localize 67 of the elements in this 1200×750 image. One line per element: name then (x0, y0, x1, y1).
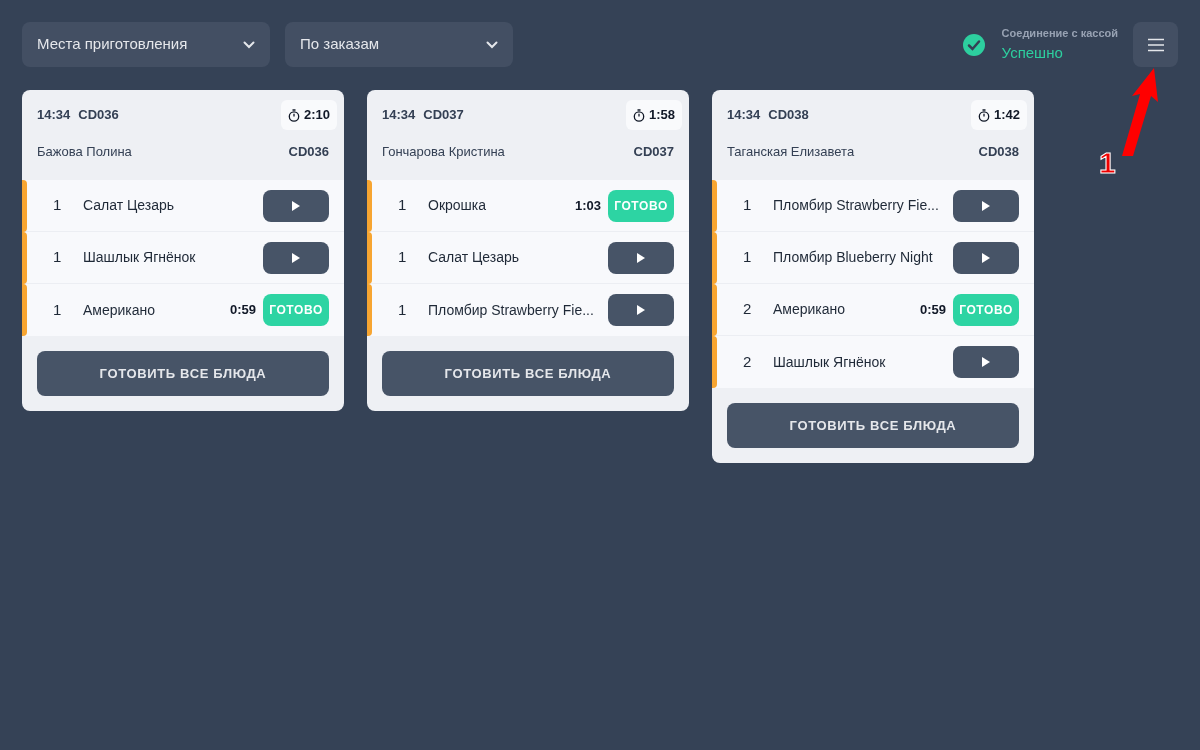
annotation-number: 1 (1099, 145, 1116, 181)
timer-value: 2:10 (303, 106, 330, 125)
connection-status: Успешно (1001, 42, 1064, 63)
filter-dropdown[interactable]: Места приготовления (22, 22, 270, 67)
play-icon (637, 252, 645, 263)
play-icon (637, 305, 645, 315)
start-button[interactable] (263, 189, 329, 222)
order-code: CD037 (423, 106, 464, 125)
timer-value: 1:42 (993, 106, 1020, 125)
item-name: Шашлык Ягнёнок (83, 248, 197, 267)
start-button[interactable] (953, 241, 1019, 274)
item-quantity: 1 (742, 247, 753, 268)
chevron-down-icon (486, 40, 498, 49)
item-quantity: 1 (742, 195, 753, 216)
play-icon (982, 357, 990, 367)
play-icon (982, 252, 990, 263)
start-button[interactable] (953, 189, 1019, 222)
cook-all-button[interactable]: ГОТОВИТЬ ВСЕ БЛЮДА (727, 403, 1019, 448)
item-name: Пломбир Strawberry Fie... (773, 196, 940, 215)
order-code: CD037 (633, 143, 674, 161)
item-quantity: 1 (397, 195, 408, 216)
order-time: 14:34 (727, 106, 761, 125)
elapsed-time: 0:59 (919, 300, 946, 319)
item-name: Пломбир Blueberry Night (773, 248, 934, 267)
order-code: CD036 (288, 143, 329, 161)
order-time: 14:34 (382, 106, 416, 125)
item-name: Пломбир Strawberry Fie... (428, 300, 595, 320)
chevron-down-icon (243, 40, 255, 49)
connection-label: Соединение с кассой (1001, 26, 1118, 41)
order-time: 14:34 (37, 106, 71, 125)
start-button[interactable] (953, 346, 1019, 378)
item-name: Шашлык Ягнёнок (773, 352, 887, 372)
customer-name: Гончарова Кристина (382, 143, 505, 161)
item-name: Окрошка (428, 196, 488, 215)
item-quantity: 1 (52, 299, 63, 320)
stopwatch-icon (632, 108, 645, 122)
play-icon (982, 200, 990, 211)
play-icon (292, 200, 300, 211)
item-quantity: 2 (742, 351, 753, 372)
menu-icon (1146, 37, 1165, 52)
customer-name: Таганская Елизавета (727, 143, 855, 161)
item-quantity: 1 (52, 247, 63, 268)
customer-name: Бажова Полина (37, 143, 132, 161)
item-name: Салат Цезарь (428, 248, 521, 267)
order-code: CD038 (978, 143, 1019, 161)
item-name: Американо (773, 300, 847, 319)
stopwatch-icon (287, 108, 300, 122)
item-name: Салат Цезарь (83, 196, 176, 215)
start-button[interactable] (263, 241, 329, 274)
cook-all-button[interactable]: ГОТОВИТЬ ВСЕ БЛЮДА (37, 351, 329, 396)
order-code: CD038 (768, 106, 809, 125)
item-quantity: 2 (742, 299, 753, 320)
item-quantity: 1 (397, 299, 408, 320)
item-quantity: 1 (52, 195, 63, 216)
order-code: CD036 (78, 106, 119, 125)
elapsed-time: 0:59 (229, 301, 256, 320)
menu-button[interactable] (1133, 22, 1178, 67)
cook-all-button[interactable]: ГОТОВИТЬ ВСЕ БЛЮДА (382, 351, 674, 396)
item-quantity: 1 (397, 247, 408, 268)
item-name: Американо (83, 300, 157, 320)
play-icon (292, 252, 300, 263)
start-button[interactable] (608, 241, 674, 274)
start-button[interactable] (608, 294, 674, 326)
filter-dropdown[interactable]: По заказам (285, 22, 513, 67)
elapsed-time: 1:03 (574, 196, 601, 215)
stopwatch-icon (977, 108, 990, 122)
timer-value: 1:58 (648, 106, 675, 125)
